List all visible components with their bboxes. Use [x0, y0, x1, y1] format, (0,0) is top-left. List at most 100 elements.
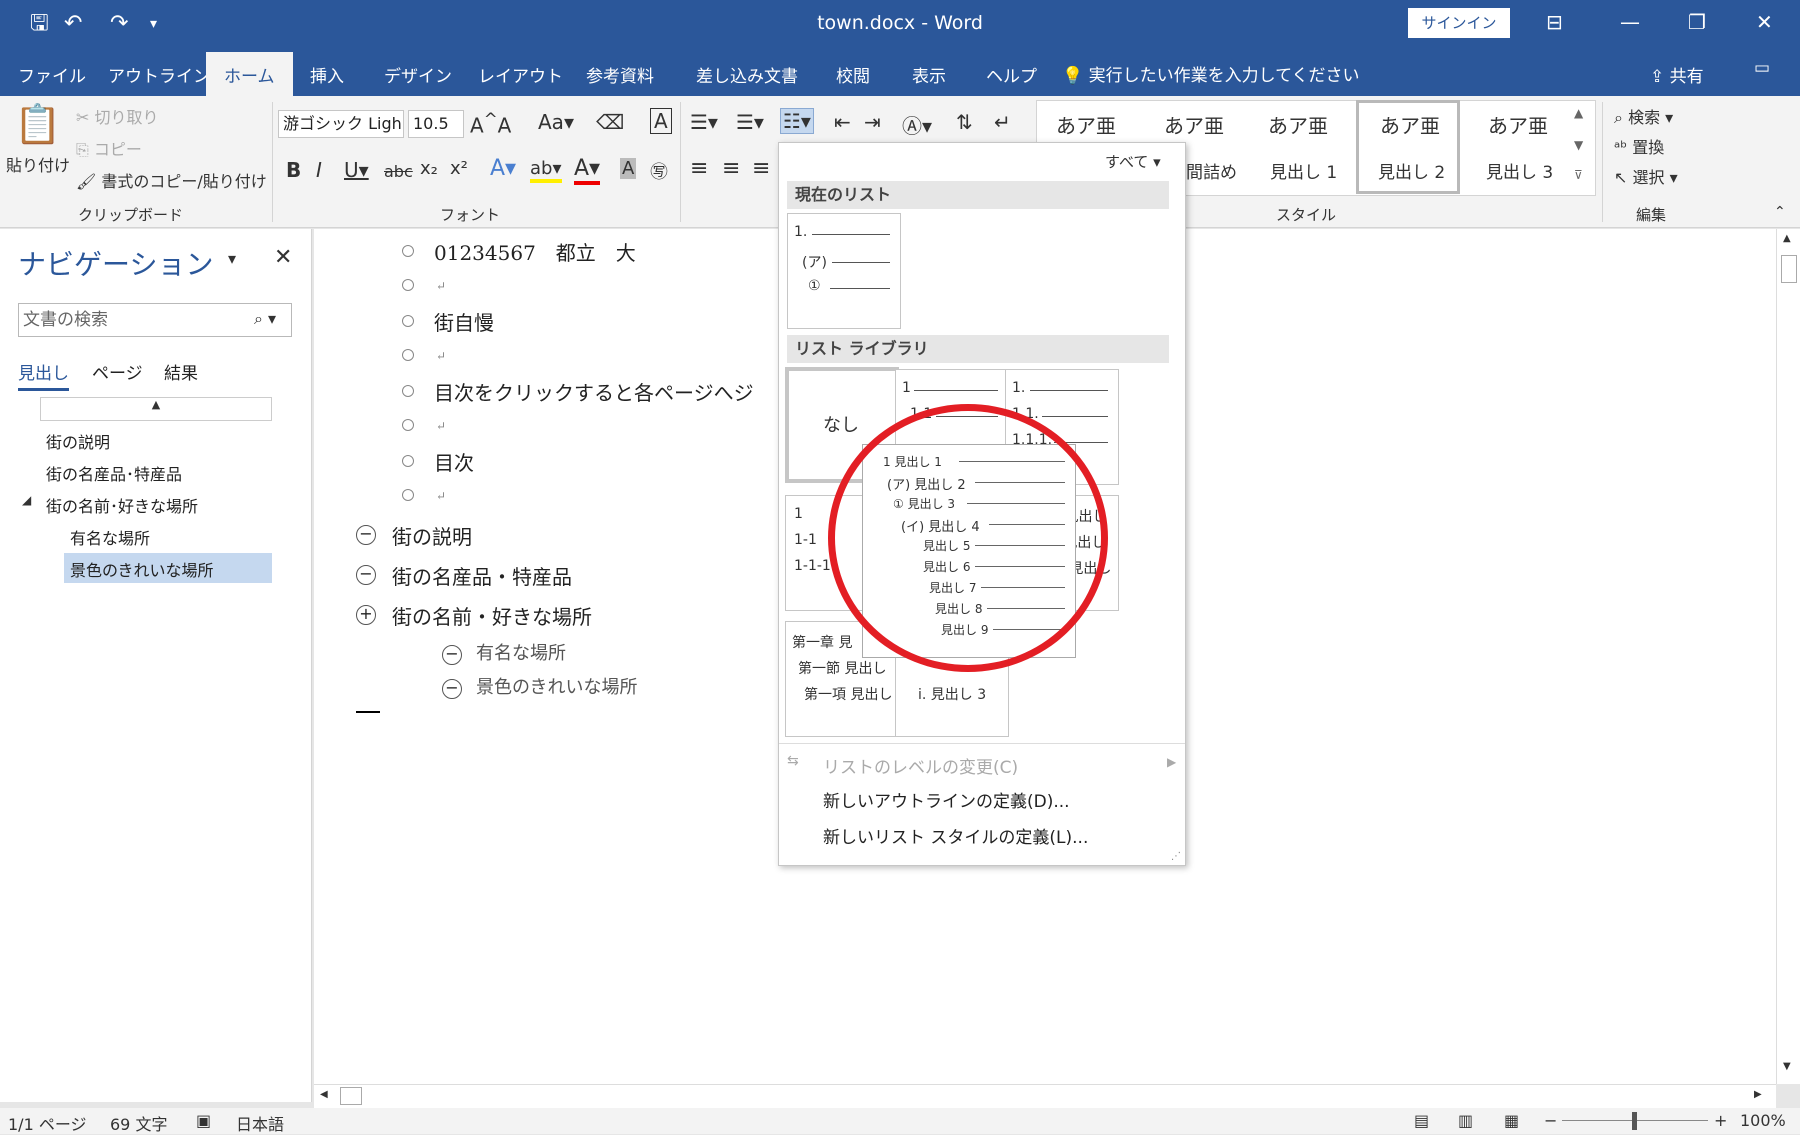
enclosed-char-icon[interactable]: ㊢ [650, 158, 668, 184]
scroll-thumb[interactable] [1781, 255, 1797, 283]
tab-outline[interactable]: アウトライン [108, 62, 210, 87]
superscript-icon[interactable]: x² [450, 158, 468, 179]
underline-icon[interactable]: U▾ [344, 158, 369, 182]
doc-line[interactable]: 目次をクリックすると各ページへジ [434, 377, 754, 406]
show-marks-icon[interactable]: ↵ [994, 110, 1011, 134]
collapse-ribbon-icon[interactable]: ⌃ [1774, 204, 1786, 220]
styles-scroll-down-icon[interactable]: ▼ [1574, 138, 1583, 152]
nav-options-icon[interactable]: ▾ [228, 249, 236, 268]
read-mode-icon[interactable]: ▤ [1414, 1111, 1429, 1130]
collapse-minus-icon[interactable]: − [356, 525, 376, 545]
paste-button[interactable]: 貼り付け [6, 152, 70, 176]
nav-tab-results[interactable]: 結果 [164, 359, 198, 384]
align-center-icon[interactable]: ≡ [722, 156, 740, 181]
align-right-icon[interactable]: ≡ [752, 156, 770, 181]
sort-icon[interactable]: ⇅ [956, 110, 973, 134]
grow-font-icon[interactable]: A^A [470, 110, 511, 138]
web-layout-icon[interactable]: ▦ [1504, 1111, 1519, 1130]
define-list-style-item[interactable]: 新しいリスト スタイルの定義(L)... [823, 823, 1088, 848]
replace-button[interactable]: ᵃᵇ 置換 [1614, 134, 1664, 158]
ribbon-display-icon[interactable]: ⊟ [1546, 10, 1563, 34]
collapse-minus-icon[interactable]: − [442, 645, 462, 665]
tab-layout[interactable]: レイアウト [478, 62, 563, 87]
doc-heading[interactable]: 有名な場所 [476, 639, 566, 665]
style-preview[interactable]: あア亜 [1164, 110, 1224, 139]
doc-line[interactable]: 街自慢 [434, 307, 494, 336]
gallery-filter[interactable]: すべて ▾ [1105, 151, 1161, 172]
signin-button[interactable]: サインイン [1408, 8, 1510, 38]
decrease-indent-icon[interactable]: ⇤ [834, 110, 851, 134]
bold-icon[interactable]: B [286, 158, 301, 182]
text-direction-icon[interactable]: Ⓐ▾ [902, 110, 932, 139]
scroll-thumb[interactable] [340, 1087, 362, 1105]
minimize-icon[interactable]: — [1620, 10, 1640, 34]
comments-icon[interactable]: ▭ [1754, 58, 1770, 78]
tab-view[interactable]: 表示 [912, 62, 946, 87]
nav-close-icon[interactable]: ✕ [274, 245, 292, 270]
format-painter-button[interactable]: 🖌 書式のコピー/貼り付け [76, 168, 267, 192]
print-layout-icon[interactable]: ▥ [1458, 1111, 1473, 1130]
style-preview[interactable]: あア亜 [1268, 110, 1328, 139]
nav-scroll-up-button[interactable]: ▲ [40, 397, 272, 421]
styles-scroll-up-icon[interactable]: ▲ [1574, 106, 1583, 120]
text-effects-icon[interactable]: A▾ [490, 156, 516, 181]
style-preview[interactable]: あア亜 [1056, 110, 1116, 139]
search-icon[interactable]: ⌕ ▾ [254, 309, 276, 329]
zoom-out-icon[interactable]: − [1544, 1111, 1557, 1130]
italic-icon[interactable]: I [316, 158, 322, 182]
tab-file[interactable]: ファイル [18, 62, 86, 87]
scroll-right-icon[interactable]: ▶ [1754, 1089, 1762, 1100]
doc-heading[interactable]: 街の説明 [392, 521, 472, 550]
nav-heading[interactable]: 有名な場所 [70, 525, 150, 549]
tab-home[interactable]: ホーム [206, 52, 293, 96]
find-button[interactable]: ⌕ 検索 ▾ [1614, 104, 1673, 128]
align-left-icon[interactable]: ≡ [690, 156, 708, 181]
doc-heading[interactable]: 街の名前・好きな場所 [392, 601, 592, 630]
close-icon[interactable]: ✕ [1756, 10, 1773, 34]
subscript-icon[interactable]: x₂ [420, 158, 438, 179]
tab-references[interactable]: 参考資料 [586, 62, 654, 87]
tell-me-search[interactable]: 💡 実行したい作業を入力してください [1062, 61, 1360, 86]
highlight-icon[interactable]: ab▾ [530, 158, 562, 183]
font-size-combo[interactable]: 10.5 [408, 110, 464, 138]
nav-tab-headings[interactable]: 見出し [18, 359, 69, 391]
nav-heading[interactable]: 街の説明 [46, 429, 110, 453]
nav-search-input[interactable]: 文書の検索 [18, 303, 292, 337]
tab-review[interactable]: 校閲 [836, 62, 870, 87]
zoom-level[interactable]: 100% [1740, 1111, 1786, 1130]
font-color-icon[interactable]: A▾ [574, 156, 601, 185]
strikethrough-icon[interactable]: abc [384, 162, 413, 181]
multilevel-list-icon[interactable]: ☷▾ [780, 108, 814, 134]
nav-heading-selected[interactable]: 景色のきれいな場所 [70, 557, 214, 581]
vertical-scrollbar[interactable]: ▲ ▼ [1776, 229, 1800, 1084]
character-border-icon[interactable]: A [650, 108, 672, 134]
style-preview[interactable]: あア亜 [1488, 110, 1548, 139]
horizontal-scrollbar[interactable]: ◀ ▶ [314, 1084, 1776, 1108]
define-outline-item[interactable]: 新しいアウトラインの定義(D)... [823, 787, 1070, 812]
font-name-combo[interactable]: 游ゴシック Ligh [278, 110, 404, 138]
doc-line[interactable]: 01234567 都立 大 [434, 237, 636, 266]
nav-heading[interactable]: 街の名産品･特産品 [46, 461, 182, 485]
collapse-triangle-icon[interactable]: ◢ [22, 493, 31, 507]
zoom-thumb[interactable] [1632, 1112, 1637, 1130]
character-shading-icon[interactable]: A [620, 158, 637, 179]
paste-icon[interactable]: 📋 [14, 102, 61, 147]
collapse-minus-icon[interactable]: − [356, 565, 376, 585]
scroll-up-icon[interactable]: ▲ [1783, 233, 1791, 244]
select-button[interactable]: ↖ 選択 ▾ [1614, 164, 1678, 188]
doc-heading[interactable]: 景色のきれいな場所 [476, 673, 637, 699]
tab-mailings[interactable]: 差し込み文書 [696, 62, 798, 87]
resize-grip-icon[interactable]: ⋰ [1171, 851, 1181, 862]
scroll-down-icon[interactable]: ▼ [1783, 1061, 1791, 1072]
proofing-icon[interactable]: ▣ [196, 1111, 211, 1130]
styles-more-icon[interactable]: ⊽ [1574, 168, 1583, 182]
word-count[interactable]: 69 文字 [110, 1111, 167, 1135]
doc-heading[interactable]: 街の名産品・特産品 [392, 561, 572, 590]
increase-indent-icon[interactable]: ⇥ [864, 110, 881, 134]
doc-line[interactable]: 目次 [434, 447, 474, 476]
nav-tab-pages[interactable]: ページ [92, 359, 143, 384]
clear-format-icon[interactable]: ⌫ [596, 110, 624, 134]
language[interactable]: 日本語 [236, 1111, 284, 1135]
page-count[interactable]: 1/1 ページ [8, 1111, 87, 1135]
tab-help[interactable]: ヘルプ [986, 62, 1037, 87]
